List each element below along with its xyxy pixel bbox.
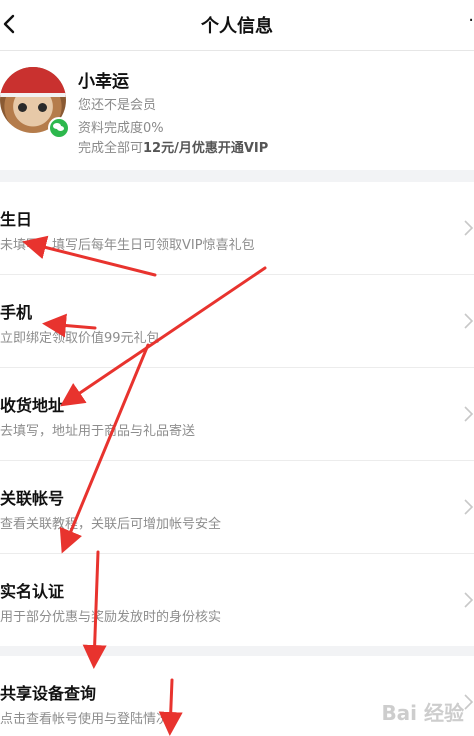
wechat-icon: [48, 117, 70, 139]
list-item-address[interactable]: 收货地址 去填写，地址用于商品与礼品寄送: [0, 368, 474, 461]
avatar-eye: [38, 103, 47, 112]
chevron-right-icon: [464, 592, 474, 608]
item-title: 手机: [0, 303, 33, 322]
avatar-eye: [18, 103, 27, 112]
chevron-right-icon: [464, 406, 474, 422]
list-item-birthday[interactable]: 生日 未填写，填写后每年生日可领取VIP惊喜礼包: [0, 182, 474, 275]
item-desc: 查看关联教程，关联后可增加帐号安全: [0, 517, 222, 532]
vip-offer[interactable]: 完成全部可12元/月优惠开通VIP: [78, 137, 268, 156]
chevron-right-icon: [464, 220, 474, 236]
item-title: 关联帐号: [0, 489, 65, 508]
item-title: 共享设备查询: [0, 684, 97, 703]
nickname: 小幸运: [78, 72, 129, 92]
top-bar: 个人信息 ·: [0, 0, 474, 51]
list-item-linked-accounts[interactable]: 关联帐号 查看关联教程，关联后可增加帐号安全: [0, 461, 474, 554]
section-divider: [0, 170, 474, 182]
item-title: 生日: [0, 210, 33, 229]
info-list: 生日 未填写，填写后每年生日可领取VIP惊喜礼包 手机 立即绑定领取价值99元礼…: [0, 182, 474, 736]
profile-card[interactable]: 小幸运 您还不是会员 资料完成度0% 完成全部可12元/月优惠开通VIP: [0, 51, 474, 169]
item-title: 收货地址: [0, 396, 65, 415]
page: 个人信息 · 小幸运 您还不是会员 资料完成度0% 完成全部可12元/月优惠开通…: [0, 0, 474, 736]
watermark: Bai 经验: [381, 701, 464, 725]
profile-completion: 资料完成度0%: [78, 121, 164, 136]
more-dots-icon: ·: [468, 10, 474, 31]
section-divider: [0, 646, 474, 656]
chevron-right-icon: [464, 499, 474, 515]
item-desc: 未填写，填写后每年生日可领取VIP惊喜礼包: [0, 238, 255, 253]
item-desc: 点击查看帐号使用与登陆情况: [0, 712, 170, 727]
member-status: 您还不是会员: [78, 98, 157, 113]
vip-prefix: 完成全部可: [78, 141, 144, 156]
santa-hat-graphic: [0, 67, 66, 97]
item-title: 实名认证: [0, 582, 65, 601]
vip-offer-text: 12元/月优惠开通VIP: [143, 141, 269, 156]
page-title: 个人信息: [201, 16, 273, 37]
list-item-real-name-auth[interactable]: 实名认证 用于部分优惠与奖励发放时的身份核实: [0, 554, 474, 646]
more-button[interactable]: ·: [464, 12, 474, 36]
item-desc: 立即绑定领取价值99元礼包: [0, 331, 160, 346]
list-item-phone[interactable]: 手机 立即绑定领取价值99元礼包: [0, 275, 474, 368]
item-desc: 用于部分优惠与奖励发放时的身份核实: [0, 610, 222, 625]
chevron-right-icon: [464, 313, 474, 329]
item-desc: 去填写，地址用于商品与礼品寄送: [0, 424, 196, 439]
